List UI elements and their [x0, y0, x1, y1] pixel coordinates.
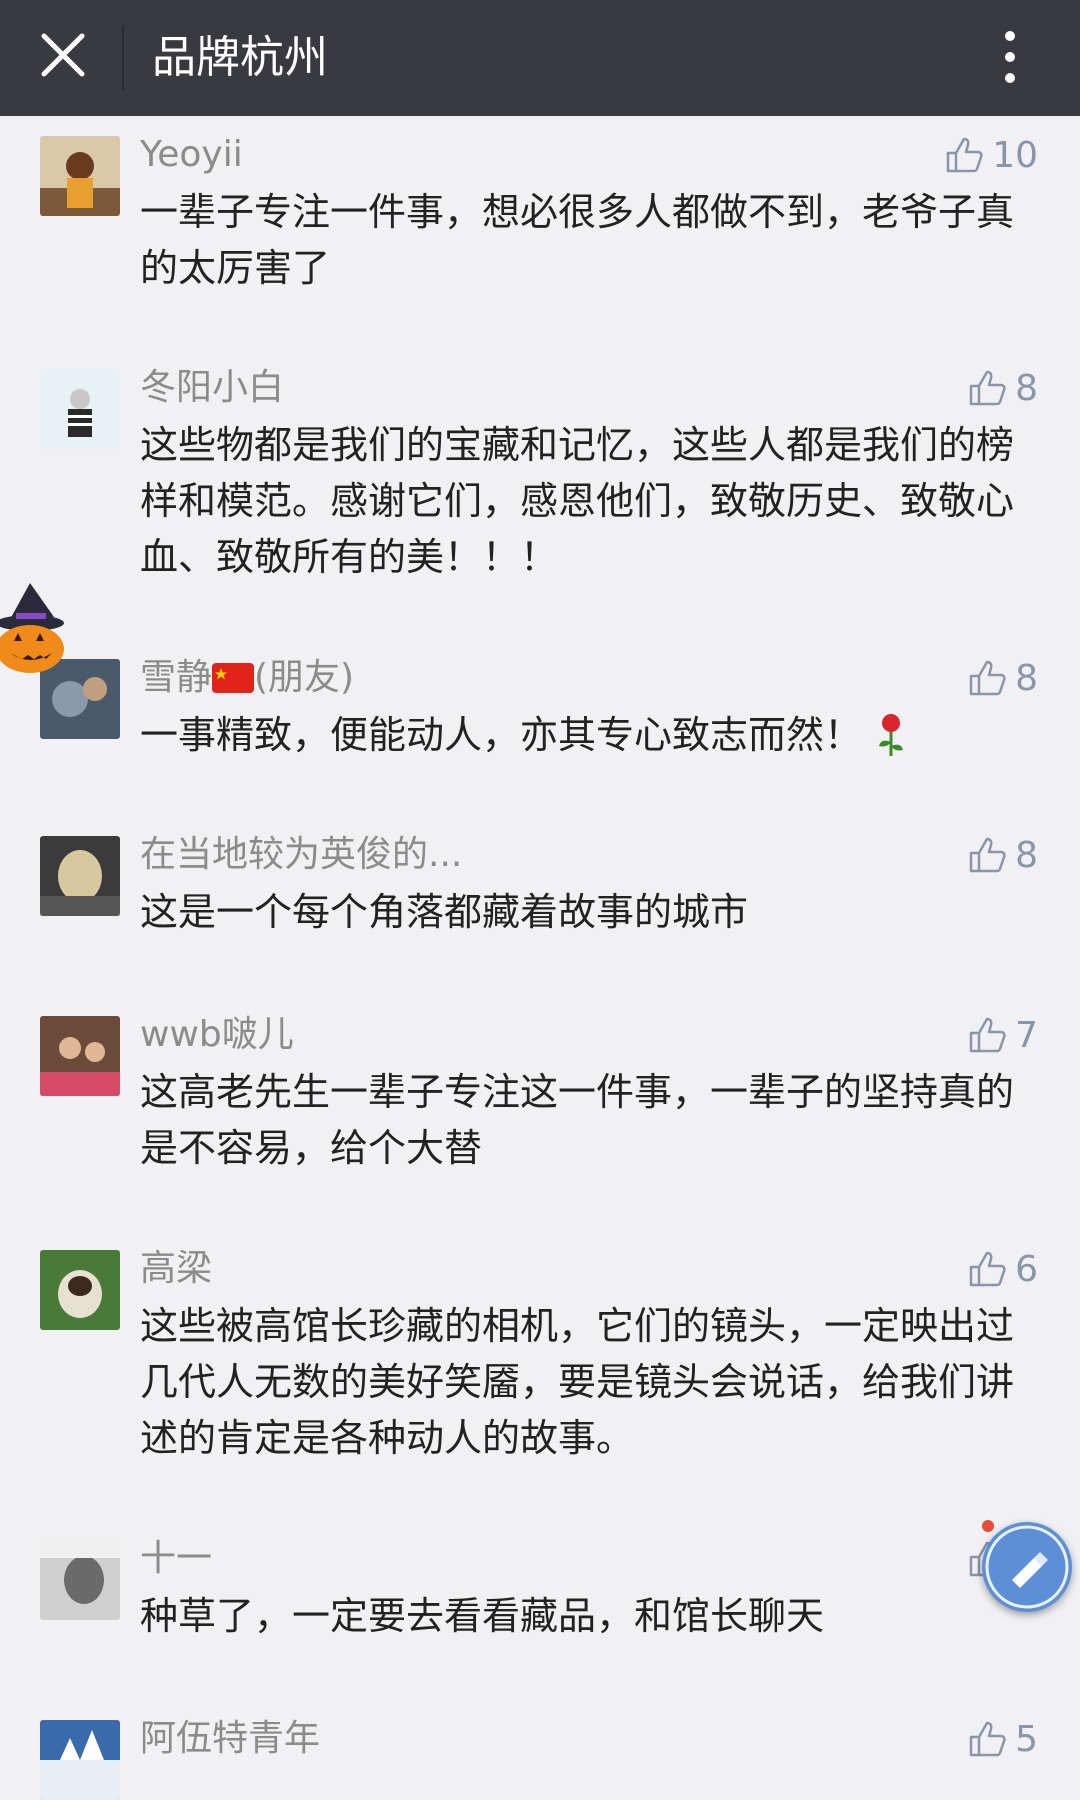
avatar[interactable] — [40, 1540, 120, 1620]
like-count: 5 — [1015, 1718, 1038, 1760]
comment-text: 这些物都是我们的宝藏和记忆，这些人都是我们的榜样和模范。感谢它们，感恩他们，致敬… — [140, 423, 1015, 579]
comment-nickname: 高梁 — [140, 1248, 213, 1289]
comment-text: 这些被高馆长珍藏的相机，它们的镜头，一定映出过几代人无数的美好笑靥，要是镜头会说… — [140, 1304, 1015, 1460]
comment-nickname: wwb啵儿 — [140, 1014, 294, 1055]
comment-nickname: Yeoyii — [140, 134, 243, 175]
comment-text: 种草了，一定要去看看藏品，和馆长聊天 — [140, 1594, 825, 1638]
avatar[interactable] — [40, 136, 120, 216]
comment-nickname: 雪静 (朋友) — [140, 655, 354, 701]
nickname-main: 雪静 — [140, 657, 213, 698]
top-bar: 品牌杭州 — [0, 0, 1080, 116]
like-button[interactable]: 8 — [967, 365, 1038, 411]
avatar[interactable] — [40, 369, 120, 449]
comment-text: 一事精致，便能动人，亦其专心致志而然！ — [140, 707, 1020, 763]
nickname-suffix: (朋友) — [254, 657, 355, 698]
like-count: 10 — [992, 134, 1038, 176]
like-button[interactable]: 7 — [967, 1012, 1038, 1058]
thumbs-up-icon — [969, 1721, 1006, 1757]
comment-text: 这是一个每个角落都藏着故事的城市 — [140, 890, 749, 934]
comment-text: 这高老先生一辈子专注这一件事，一辈子的坚持真的是不容易，给个大替 — [140, 1070, 1015, 1170]
comment-text: 一辈子专注一件事，想必很多人都做不到，老爷子真的太厉害了 — [140, 190, 1015, 290]
page-title: 品牌杭州 — [152, 32, 328, 83]
like-count: 8 — [1015, 657, 1038, 699]
like-count: 8 — [1015, 834, 1038, 876]
thumbs-up-icon — [969, 660, 1006, 696]
like-button[interactable]: 5 — [967, 1716, 1038, 1762]
avatar[interactable] — [40, 836, 120, 916]
thumbs-up-icon — [969, 837, 1006, 873]
avatar[interactable] — [40, 1016, 120, 1096]
like-button[interactable]: 8 — [967, 832, 1038, 878]
thumbs-up-icon — [969, 1017, 1006, 1053]
halloween-pumpkin-icon — [0, 583, 72, 675]
like-button[interactable]: 8 — [967, 655, 1038, 701]
like-count: 8 — [1015, 367, 1038, 409]
avatar[interactable] — [40, 1250, 120, 1330]
more-vertical-icon[interactable] — [985, 22, 1035, 92]
comment-nickname: 在当地较为英俊的... — [140, 834, 463, 875]
divider — [122, 26, 124, 90]
brush-icon — [985, 1525, 1069, 1609]
floating-brush-button[interactable] — [982, 1522, 1072, 1612]
like-button[interactable]: 6 — [967, 1246, 1038, 1292]
comment-text-content: 一事精致，便能动人，亦其专心致志而然！ — [140, 713, 863, 757]
like-button[interactable]: 10 — [944, 132, 1038, 178]
rose-icon — [879, 714, 904, 756]
comment-nickname: 冬阳小白 — [140, 367, 285, 408]
china-flag-icon — [212, 663, 255, 693]
thumbs-up-icon — [969, 370, 1006, 406]
comment-nickname: 阿伍特青年 — [140, 1718, 321, 1759]
thumbs-up-icon — [946, 137, 983, 173]
thumbs-up-icon — [969, 1251, 1006, 1287]
notification-dot — [982, 1520, 994, 1532]
like-count: 6 — [1015, 1248, 1038, 1290]
like-count: 7 — [1015, 1014, 1038, 1056]
close-icon[interactable] — [30, 22, 100, 92]
avatar[interactable] — [40, 1720, 120, 1800]
comment-nickname: 十一 — [140, 1538, 213, 1579]
